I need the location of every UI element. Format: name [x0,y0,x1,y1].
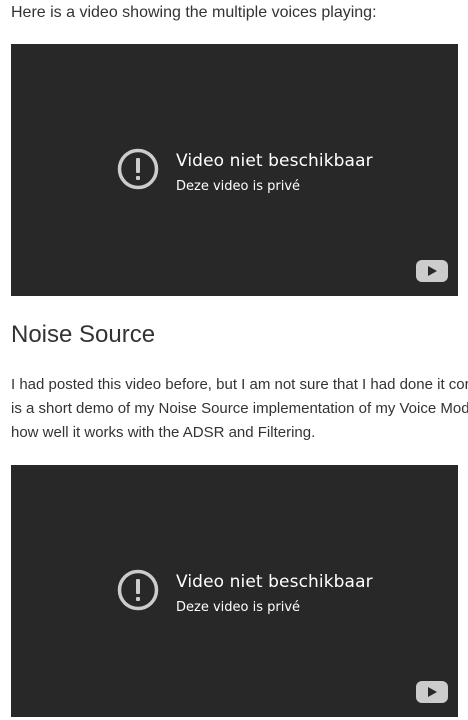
youtube-play-icon[interactable] [416,260,448,282]
video-unavailable-message: Video niet beschikbaar Deze video is pri… [117,569,373,617]
paragraph-line: is a short demo of my Noise Source imple… [11,400,468,417]
youtube-play-icon[interactable] [416,681,448,703]
exclamation-circle-icon [117,148,159,190]
video-unavailable-subtitle: Deze video is privé [176,179,301,194]
video-unavailable-title: Video niet beschikbaar [176,572,373,592]
paragraph-line: I had posted this video before, but I am… [11,376,468,393]
video-embed-1[interactable]: Video niet beschikbaar Deze video is pri… [11,44,458,296]
video-unavailable-message: Video niet beschikbaar Deze video is pri… [117,148,373,196]
section-paragraph: I had posted this video before, but I am… [11,373,468,445]
video-embed-2[interactable]: Video niet beschikbaar Deze video is pri… [11,465,458,717]
paragraph-line: how well it works with the ADSR and Filt… [11,424,316,441]
video-unavailable-title: Video niet beschikbaar [176,151,373,171]
section-heading: Noise Source [11,321,156,348]
exclamation-circle-icon [117,569,159,611]
intro-text: Here is a video showing the multiple voi… [11,4,377,21]
video-unavailable-subtitle: Deze video is privé [176,600,301,615]
